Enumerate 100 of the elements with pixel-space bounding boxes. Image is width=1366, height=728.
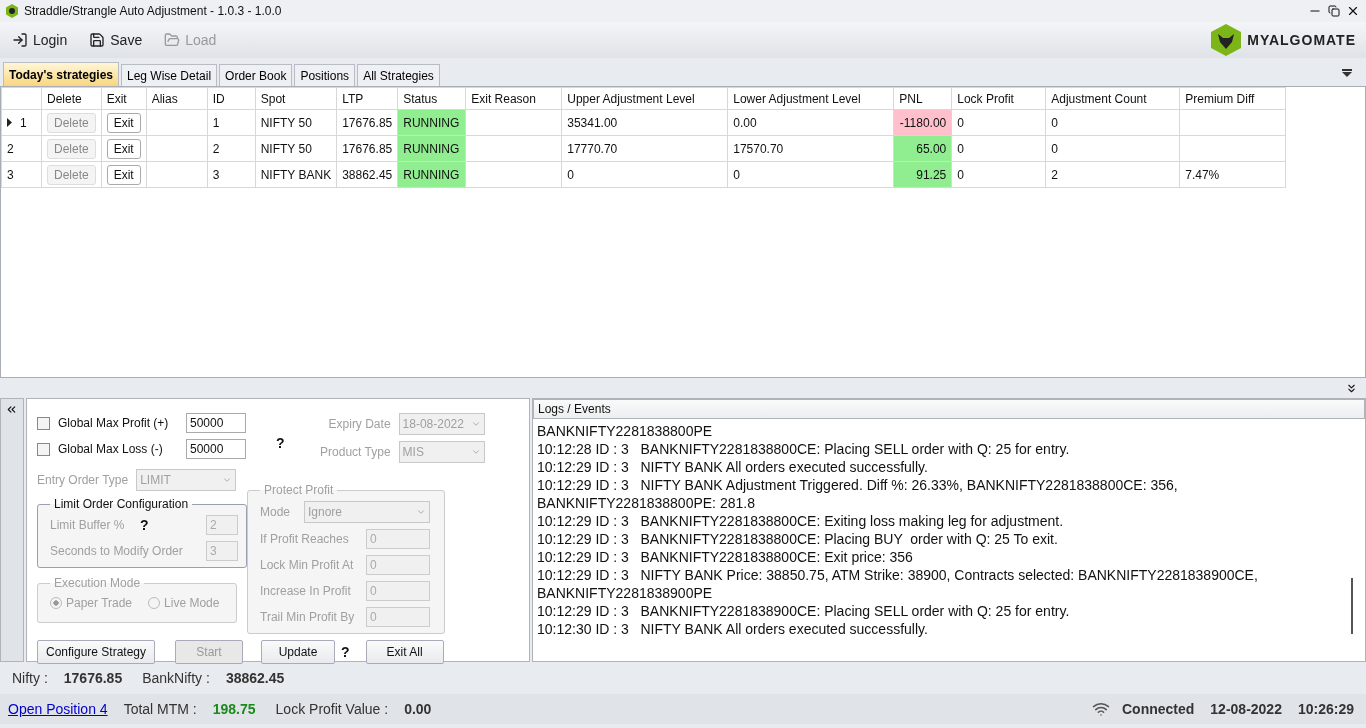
table-cell: 0: [727, 161, 894, 188]
app-logo-icon: [6, 4, 18, 18]
row-header[interactable]: 2: [1, 135, 42, 162]
index-label: Nifty :: [12, 670, 48, 686]
row-number: 3: [7, 167, 14, 182]
log-line: 10:12:29 ID : 3 NIFTY BANK Adjustment Triggered. Diff %: 26.33%, BANKNIFTY2281838800CE: 356,: [537, 476, 1179, 494]
checkbox-label: Global Max Loss (-): [58, 442, 164, 456]
help-icon[interactable]: ?: [341, 644, 350, 660]
column-header: Status: [397, 87, 466, 110]
table-cell: 35341.00: [561, 109, 728, 136]
table-cell: NIFTY BANK: [255, 161, 337, 188]
column-header: Spot: [255, 87, 337, 110]
exit-all-button[interactable]: Exit All: [365, 640, 444, 664]
exit-button[interactable]: Exit: [106, 164, 141, 185]
log-line: 10:12:29 ID : 3 NIFTY BANK Price: 38850.75, ATM Strike: 38900, Contracts selected: BANKNIFTY2281838900CE,: [537, 566, 1259, 584]
lock-profit-label: Lock Profit Value :: [275, 701, 389, 717]
field-label: Increase In Profit: [260, 584, 352, 598]
row-header[interactable]: 1: [1, 109, 42, 136]
log-line: 10:12:28 ID : 3 BANKNIFTY2281838800CE: Placing SELL order with Q: 25 for entry.: [537, 440, 1071, 458]
save-icon: [89, 32, 106, 48]
table-cell: 0: [951, 161, 1046, 188]
login-icon: [12, 32, 28, 48]
table-cell: RUNNING: [397, 135, 466, 162]
table-cell: RUNNING: [397, 109, 466, 136]
column-header: ID: [207, 87, 256, 110]
column-header: Exit Reason: [465, 87, 562, 110]
help-icon[interactable]: ?: [140, 517, 198, 533]
status-date: 12-08-2022: [1210, 701, 1282, 717]
current-row-icon: [7, 118, 12, 127]
table-cell: 0: [1045, 109, 1180, 136]
field-label: Trail Min Profit By: [260, 610, 356, 624]
field-label: Seconds to Modify Order: [50, 544, 184, 558]
table-cell: RUNNING: [397, 161, 466, 188]
radio-label: Paper Trade: [66, 596, 133, 610]
group-title: Protect Profit: [263, 483, 335, 497]
lock-profit-value: 0.00: [404, 701, 432, 717]
bull-logo-icon: [1211, 24, 1242, 56]
exit-button[interactable]: Exit: [106, 112, 141, 133]
table-cell: 7.47%: [1179, 161, 1286, 188]
table-cell: NIFTY 50: [255, 109, 337, 136]
field-label: If Profit Reaches: [260, 532, 350, 546]
tab[interactable]: All Strategies: [357, 64, 440, 86]
log-line: BANKNIFTY2281838800PE: [537, 422, 714, 440]
configure-button[interactable]: Configure Strategy: [37, 640, 155, 664]
mtm-label: Total MTM :: [123, 701, 197, 717]
close-icon[interactable]: [1346, 4, 1360, 18]
checkbox[interactable]: [37, 416, 50, 430]
toolbar-button[interactable]: Login: [10, 30, 70, 50]
log-line: 10:12:29 ID : 3 BANKNIFTY2281838800CE: Placing BUY order with Q: 25 To exit.: [537, 530, 1059, 548]
index-label: BankNifty :: [142, 670, 210, 686]
radio-button[interactable]: [148, 597, 161, 609]
tab[interactable]: Positions: [294, 64, 356, 86]
row-header[interactable]: 3: [1, 161, 42, 188]
index-value: 17676.85: [63, 670, 123, 686]
row-number: 1: [20, 115, 27, 130]
input-field[interactable]: 50000: [186, 413, 246, 433]
table-cell: 0: [561, 161, 728, 188]
table-cell: 0: [951, 135, 1046, 162]
column-header: Delete: [41, 87, 102, 110]
row-number: 2: [7, 141, 14, 156]
connection-status: Connected: [1122, 701, 1195, 717]
mtm-value: 198.75: [212, 701, 256, 717]
log-line: 10:12:29 ID : 3 BANKNIFTY2281838800CE: Exit price: 356: [537, 548, 914, 566]
dropdown-icon[interactable]: [1341, 68, 1353, 78]
tab[interactable]: Order Book: [219, 64, 293, 86]
column-header: LTP: [336, 87, 398, 110]
log-line: 10:12:29 ID : 3 NIFTY BANK All orders executed successfully.: [537, 458, 929, 476]
log-line: BANKNIFTY2281838900PE: [537, 584, 714, 602]
toolbar-button[interactable]: Save: [87, 30, 145, 50]
log-line: 10:12:29 ID : 3 BANKNIFTY2281838800CE: Exiting loss making leg for adjustment.: [537, 512, 1065, 530]
column-header: Lock Profit: [951, 87, 1046, 110]
exit-button[interactable]: Exit: [106, 138, 141, 159]
window-title: Straddle/Strangle Auto Adjustment - 1.0.3 - 1.0.0: [24, 4, 283, 18]
column-header: Premium Diff: [1179, 87, 1286, 110]
table-cell: 0.00: [727, 109, 894, 136]
table-cell: NIFTY 50: [255, 135, 337, 162]
update-button[interactable]: Update: [261, 640, 335, 664]
radio-button[interactable]: [50, 597, 62, 609]
checkbox[interactable]: [37, 442, 50, 456]
field-label: Lock Min Profit At: [260, 558, 355, 572]
log-line: 10:12:30 ID : 3 NIFTY BANK All orders executed successfully.: [537, 620, 929, 638]
restore-icon[interactable]: [1328, 5, 1340, 17]
table-cell: 2: [1045, 161, 1180, 188]
checkbox-label: Global Max Profit (+): [58, 416, 170, 430]
scrollbar-thumb[interactable]: [1351, 578, 1353, 634]
tab[interactable]: Leg Wise Detail: [121, 64, 218, 86]
input-field[interactable]: 50000: [186, 439, 246, 459]
field-label: Mode: [260, 505, 292, 519]
group-title: Limit Order Configuration: [53, 497, 190, 511]
field-label: Limit Buffer %: [50, 518, 126, 532]
field-label: Product Type: [319, 445, 391, 459]
log-line: BANKNIFTY2281838800PE: 281.8: [537, 494, 756, 512]
help-icon[interactable]: ?: [276, 435, 285, 451]
column-header: Alias: [146, 87, 208, 110]
open-position-link[interactable]: Open Position 4: [8, 701, 108, 717]
tab[interactable]: Today's strategies: [3, 62, 119, 86]
field-label: Expiry Date: [327, 417, 391, 431]
collapse-icon[interactable]: [5, 403, 18, 416]
table-cell: 0: [1045, 135, 1180, 162]
column-header: Upper Adjustment Level: [561, 87, 728, 110]
